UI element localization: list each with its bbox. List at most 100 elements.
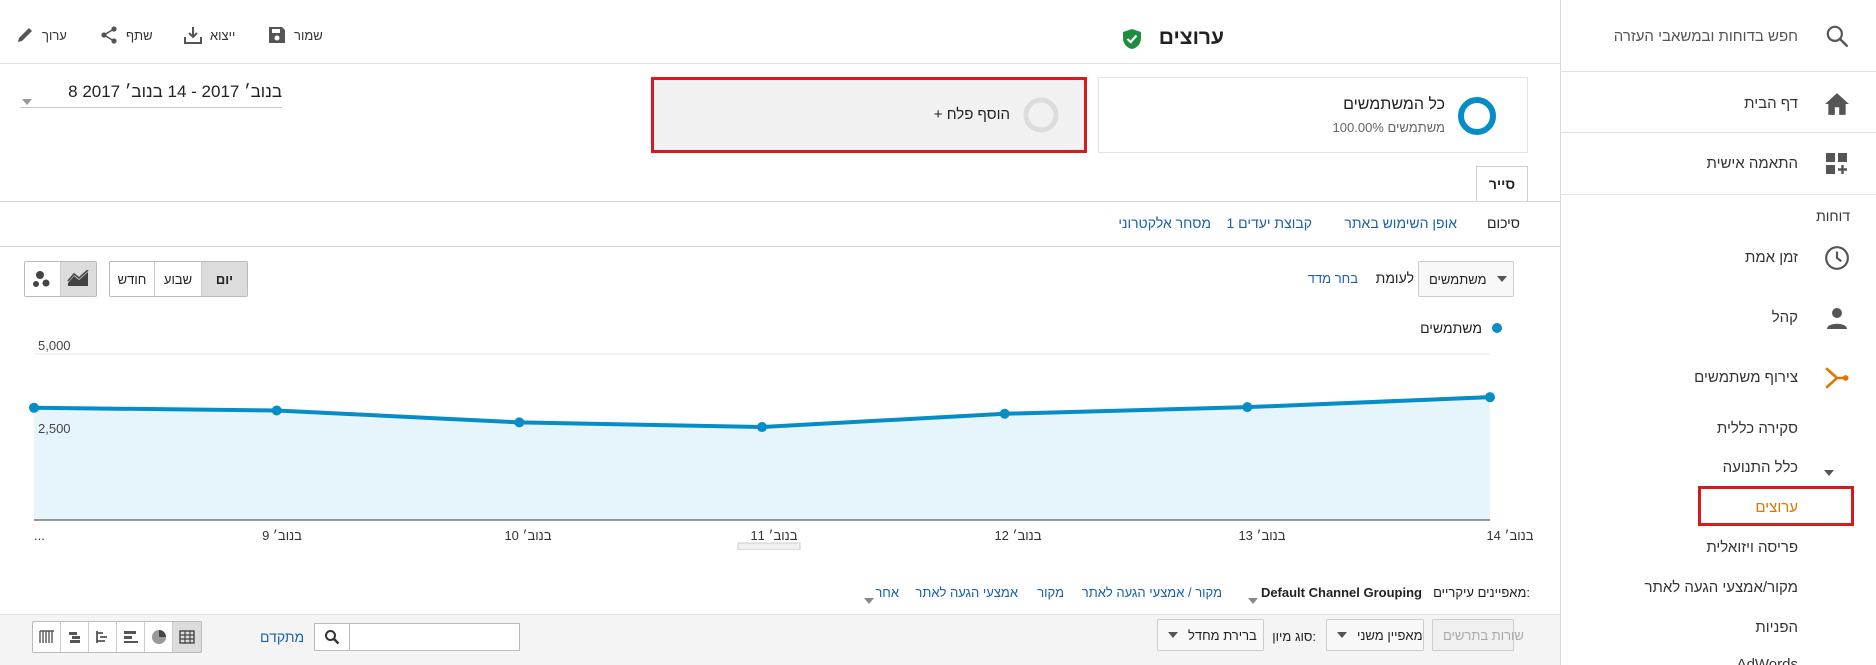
dimension-option-other[interactable]: אחר <box>875 585 899 600</box>
view-term-cloud-button[interactable] <box>89 622 117 652</box>
subtab-goal-set[interactable]: קבוצת יעדים 1 <box>1226 215 1312 231</box>
subtab-ecommerce[interactable]: מסחר אלקטרוני <box>1118 215 1211 231</box>
bars-icon <box>123 631 138 643</box>
week-button[interactable]: שבוע <box>155 262 202 296</box>
dashboard-add-icon <box>1822 149 1852 179</box>
view-pivot-button[interactable] <box>33 622 61 652</box>
sidebar-search[interactable]: חפש בדוחות ובמשאבי העזרה <box>1560 0 1876 72</box>
sidebar-item-treemaps[interactable]: פריסה ויזואלית <box>1706 539 1798 556</box>
day-button[interactable]: יום <box>202 262 247 296</box>
users-chart: 5,000 2,500 14 בנוב׳ 13 בנוב׳ 12 בנוב׳ 11 בנו… <box>29 340 1534 550</box>
expand-caret-icon <box>1824 463 1834 479</box>
chart-point <box>271 405 282 416</box>
segment-subtitle: 100.00% משתמשים <box>1332 120 1445 135</box>
subtab-divider <box>0 246 1560 247</box>
edit-button[interactable]: ערוך <box>16 26 67 44</box>
segment-title: כל המשתמשים <box>1343 96 1445 113</box>
search-icon <box>324 630 339 645</box>
month-button[interactable]: חודש <box>110 262 155 296</box>
sidebar-divider <box>1560 194 1876 195</box>
y-tick-label: 2,500 <box>38 421 71 436</box>
pie-icon <box>151 630 166 644</box>
sidebar-item-overview[interactable]: סקירה כללית <box>1717 420 1798 437</box>
export-button[interactable]: ייצוא <box>184 26 235 44</box>
comparison-icon <box>68 632 80 643</box>
dropdown-caret-icon <box>22 90 32 110</box>
grid-icon <box>179 630 195 644</box>
metric-selector[interactable]: משתמשים <box>1418 261 1514 297</box>
sort-caret-icon <box>1168 632 1178 638</box>
time-granularity-group: חודש שבוע יום <box>109 261 248 297</box>
chart-area <box>34 397 1490 520</box>
x-tick-label: 11 בנוב׳ <box>750 528 797 543</box>
page-title: ערוצים <box>1158 26 1224 49</box>
secondary-dimension-dropdown[interactable]: מאפיין משני <box>1326 619 1424 651</box>
sidebar-item-all-traffic[interactable]: כלל התנועה <box>1723 459 1798 476</box>
subtab-site-usage[interactable]: אופן השימוש באתר <box>1344 215 1457 231</box>
sidebar-item-acquisition[interactable]: צירוף משתמשים <box>1694 369 1798 386</box>
select-metric-link[interactable]: בחר מדד <box>1308 271 1358 286</box>
table-view-group <box>32 621 202 653</box>
sidebar-section-reports: דוחות <box>1816 208 1850 224</box>
chart-point <box>999 408 1010 419</box>
sidebar-item-realtime[interactable]: זמן אמת <box>1745 249 1798 266</box>
chart-type-group <box>24 261 97 297</box>
save-label: שמור <box>294 27 323 43</box>
chart-point <box>514 417 525 428</box>
date-range-picker[interactable]: 8 בנוב׳ 2017 - 14 בנוב׳ 2017 <box>20 82 282 108</box>
advanced-filter-link[interactable]: מתקדם <box>260 629 304 645</box>
line-chart-icon <box>67 270 89 286</box>
dimension-option-source[interactable]: מקור <box>1037 585 1064 600</box>
dimension-option-source-medium[interactable]: מקור / אמצעי הגעה לאתר <box>1082 585 1222 600</box>
tab-explorer[interactable]: סייר <box>1476 166 1528 201</box>
sidebar-item-customization[interactable]: התאמה אישית <box>1707 155 1799 172</box>
pencil-icon <box>18 28 32 42</box>
sidebar-search-placeholder[interactable]: חפש בדוחות ובמשאבי העזרה <box>1614 28 1798 45</box>
plot-rows-button[interactable]: שורות בתרשים <box>1432 619 1524 651</box>
sort-type-dropdown[interactable]: ברירת מחדל <box>1157 619 1264 651</box>
segment-all-users[interactable]: כל המשתמשים 100.00% משתמשים <box>1098 77 1528 153</box>
view-performance-button[interactable] <box>117 622 145 652</box>
export-label: ייצוא <box>210 27 236 43</box>
segment-donut-icon <box>1457 96 1497 139</box>
chart-point <box>29 402 39 413</box>
x-tick-label: 14 בנוב׳ <box>1486 528 1533 543</box>
dimension-caret-icon <box>1248 591 1258 607</box>
line-chart-button[interactable] <box>60 262 96 296</box>
download-icon <box>184 27 202 44</box>
share-icon <box>101 26 117 44</box>
home-icon <box>1822 89 1852 119</box>
sidebar-item-home[interactable]: דף הבית <box>1744 95 1798 112</box>
primary-dimension-label: מאפיינים עיקריים: <box>1433 585 1530 600</box>
person-icon <box>1822 303 1852 333</box>
motion-chart-button[interactable] <box>25 262 61 296</box>
versus-label: לעומת <box>1375 270 1414 286</box>
primary-dimension-selected[interactable]: Default Channel Grouping <box>1261 585 1422 600</box>
tab-divider <box>0 201 1560 202</box>
view-pie-button[interactable] <box>145 622 173 652</box>
share-label: שתף <box>126 27 153 43</box>
sidebar-item-referrals[interactable]: הפניות <box>1755 619 1798 636</box>
chart-point <box>1242 402 1253 413</box>
save-icon <box>269 27 285 43</box>
sidebar-item-source-medium[interactable]: מקור/אמצעי הגעה לאתר <box>1645 579 1798 596</box>
x-tick-label: 9 בנוב׳ <box>262 528 302 543</box>
sort-type-value: ברירת מחדל <box>1188 627 1257 643</box>
sidebar-item-adwords[interactable]: AdWords <box>1737 656 1798 665</box>
view-comparison-button[interactable] <box>61 622 89 652</box>
chart-point <box>757 422 767 433</box>
edit-label: ערוך <box>42 27 67 43</box>
hierarchy-icon <box>95 631 107 643</box>
table-search-button[interactable] <box>314 623 350 651</box>
acquisition-icon <box>1822 363 1852 393</box>
clock-icon <box>1822 243 1852 273</box>
subtab-summary[interactable]: סיכום <box>1487 215 1520 231</box>
share-button[interactable]: שתף <box>100 26 153 44</box>
verified-shield-icon <box>1122 28 1142 53</box>
secondary-dimension-label: מאפיין משני <box>1357 627 1423 643</box>
view-data-table-button[interactable] <box>173 622 201 652</box>
sidebar-item-audience[interactable]: קהל <box>1772 309 1798 326</box>
save-button[interactable]: שמור <box>268 26 323 44</box>
dimension-option-medium[interactable]: אמצעי הגעה לאתר <box>915 585 1018 600</box>
add-segment-button[interactable]: + הוסף פלח <box>651 77 1087 153</box>
